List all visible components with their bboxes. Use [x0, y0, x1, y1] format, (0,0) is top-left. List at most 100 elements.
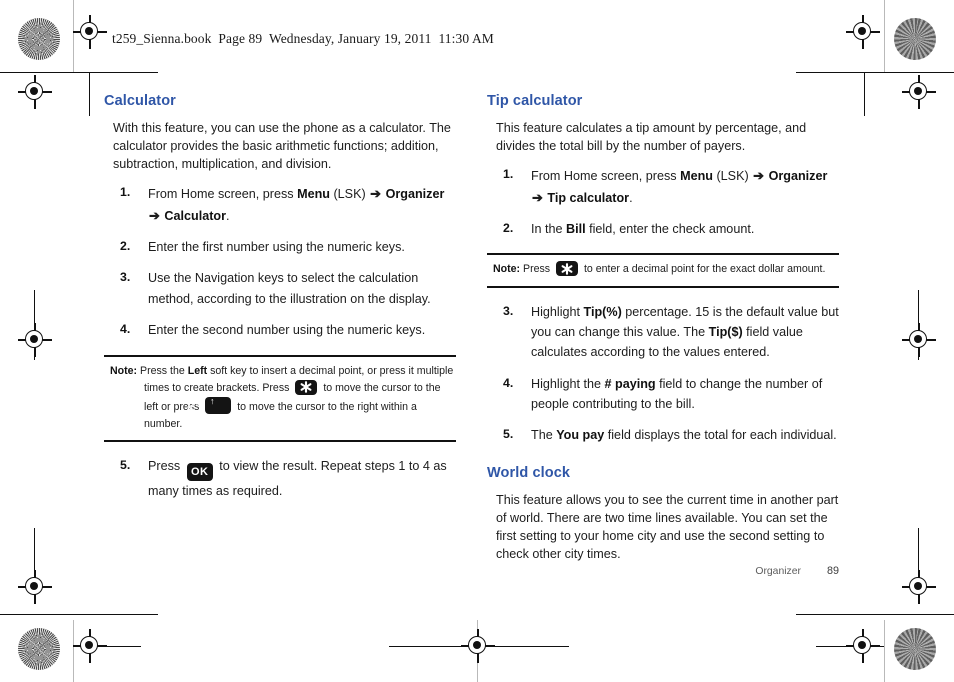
step-number: 4. [503, 375, 514, 390]
registration-target-icon [18, 75, 52, 109]
step-text-segment: field, enter the check amount. [585, 221, 755, 236]
arrow-icon: ➔ [753, 168, 765, 184]
step-number: 5. [120, 458, 131, 473]
step-text-segment: Enter the second number using the numeri… [148, 323, 426, 338]
note-text-segment: Press [520, 263, 554, 276]
list-item: 4. Highlight the # paying field to chang… [487, 374, 839, 415]
tip-calculator-steps-list: 1. From Home screen, press Menu (LSK) ➔ … [487, 165, 839, 239]
step-text-segment: Highlight the [531, 376, 605, 391]
page-footer: Organizer 89 [487, 565, 839, 577]
step-number: 1. [503, 167, 514, 182]
note-text-segment: Press the [137, 364, 188, 377]
step-emphasis: Tip($) [708, 324, 743, 339]
page-title-tip-calculator: Tip calculator [487, 93, 583, 109]
list-item: 3. Use the Navigation keys to select the… [104, 268, 456, 309]
running-header: t259_Sienna.book Page 89 Wednesday, Janu… [112, 31, 494, 46]
crop-line-vertical [884, 0, 885, 72]
crop-line-vertical [73, 620, 74, 682]
print-density-patch-icon [894, 18, 936, 60]
step-emphasis: Tip calculator [543, 190, 630, 205]
tip-calculator-steps-list-continued: 3. Highlight Tip(%) percentage. 15 is th… [487, 302, 839, 446]
step-number: 3. [503, 303, 514, 318]
crop-line-vertical [864, 72, 866, 116]
list-item: 5. Press OK to view the result. Repeat s… [104, 456, 456, 501]
crop-line-vertical [34, 290, 36, 360]
step-text-segment: . [226, 208, 230, 223]
print-density-patch-icon [894, 628, 936, 670]
crop-line-vertical [89, 72, 91, 116]
step-number: 3. [120, 270, 131, 285]
registration-target-icon [461, 629, 495, 663]
hash-key-icon: # ◉ ↑ [187, 396, 232, 414]
step-number: 5. [503, 427, 514, 442]
registration-target-icon [902, 75, 936, 109]
registration-target-icon [846, 629, 880, 663]
arrow-icon: ➔ [370, 186, 382, 202]
note-text: Note: Press the Left soft key to insert … [106, 363, 454, 434]
list-item: 3. Highlight Tip(%) percentage. 15 is th… [487, 302, 839, 363]
step-number: 2. [503, 220, 514, 235]
page-title-world-clock: World clock [487, 464, 571, 481]
ok-key-icon: OK [186, 463, 213, 482]
step-emphasis: # paying [604, 376, 656, 391]
step-text-segment: The [531, 428, 557, 443]
crop-line-vertical [477, 620, 478, 682]
step-text-segment: (LSK) [712, 169, 753, 184]
arrow-icon: ➔ [532, 189, 543, 205]
step-text-segment: Press [148, 459, 184, 474]
registration-target-icon [902, 323, 936, 357]
world-clock-intro-paragraph: This feature allows you to see the curre… [496, 492, 839, 562]
step-text-segment: From Home screen, press [148, 187, 298, 202]
note-label: Note: [493, 263, 521, 276]
registration-target-icon [902, 570, 936, 604]
registration-target-icon [846, 15, 880, 49]
crop-line-horizontal [389, 646, 569, 648]
step-emphasis: Organizer [382, 187, 445, 202]
list-item: 4. Enter the second number using the num… [104, 320, 456, 340]
crop-line-vertical [34, 528, 36, 600]
crop-line-horizontal [73, 646, 141, 648]
step-text-segment: In the [531, 221, 567, 236]
arrow-icon: ➔ [149, 207, 160, 223]
list-item: 1. From Home screen, press Menu (LSK) ➔ … [487, 165, 839, 208]
calculator-steps-list: 1. From Home screen, press Menu (LSK) ➔ … [104, 183, 456, 340]
list-item: 2. In the Bill field, enter the check am… [487, 219, 839, 239]
step-text-segment: From Home screen, press [531, 169, 681, 184]
crop-line-horizontal [816, 646, 884, 648]
crop-line-vertical [73, 0, 74, 72]
note-text: Note: Press to enter a decimal point for… [489, 261, 837, 278]
registration-target-icon [73, 629, 107, 663]
registration-target-icon [18, 323, 52, 357]
print-density-patch-icon [18, 628, 60, 670]
step-emphasis: Menu [680, 169, 713, 184]
step-number: 4. [120, 322, 131, 337]
step-text-segment: Enter the first number using the numeric… [148, 240, 405, 255]
list-item: 2. Enter the first number using the nume… [104, 237, 456, 257]
step-emphasis: Menu [297, 187, 330, 202]
step-emphasis: You pay [556, 428, 605, 443]
step-text-segment: (LSK) [329, 187, 370, 202]
list-item: 1. From Home screen, press Menu (LSK) ➔ … [104, 183, 456, 226]
registration-target-icon [18, 570, 52, 604]
crop-line-horizontal [0, 614, 158, 616]
note-label: Note: [110, 364, 138, 377]
step-text-segment: Use the Navigation keys to select the ca… [148, 271, 431, 306]
note-box-calculator: Note: Press the Left soft key to insert … [104, 354, 456, 443]
list-item: 5. The You pay field displays the total … [487, 425, 839, 445]
step-text-segment: Highlight [531, 304, 584, 319]
tip-calculator-intro-paragraph: This feature calculates a tip amount by … [496, 120, 807, 154]
left-column: Calculator With this feature, you can us… [104, 93, 456, 513]
crop-line-horizontal [796, 72, 954, 74]
calculator-intro-paragraph: With this feature, you can use the phone… [113, 120, 451, 172]
star-key-icon [295, 379, 318, 395]
note-text-segment: to enter a decimal point for the exact d… [581, 263, 826, 276]
step-text-segment: field displays the total for each indivi… [604, 428, 837, 443]
page-canvas: t259_Sienna.book Page 89 Wednesday, Janu… [0, 0, 954, 682]
crop-line-vertical [918, 528, 920, 600]
crop-line-horizontal [796, 614, 954, 616]
calculator-steps-list-continued: 5. Press OK to view the result. Repeat s… [104, 456, 456, 501]
step-number: 1. [120, 185, 131, 200]
registration-target-icon [73, 15, 107, 49]
step-text-segment: . [629, 190, 633, 205]
step-emphasis: Tip(%) [583, 304, 622, 319]
